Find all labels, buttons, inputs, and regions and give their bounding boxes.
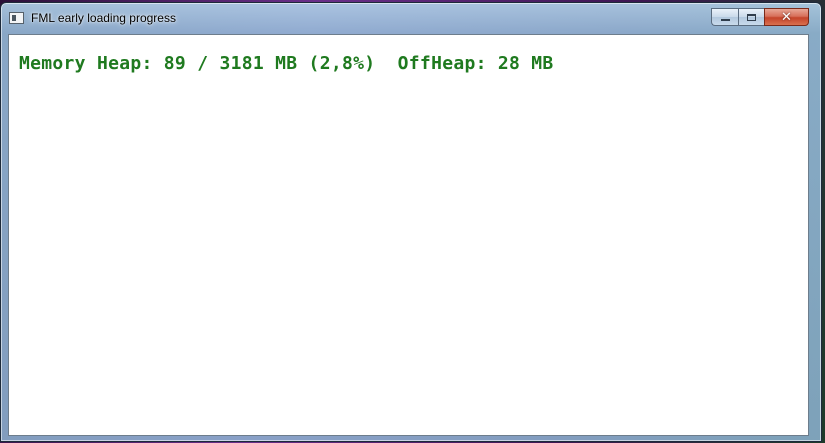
window-title: FML early loading progress [31,11,176,25]
maximize-icon [747,13,756,21]
maximize-button[interactable] [738,8,764,26]
memory-heap-status: Memory Heap: 89 / 3181 MB (2,8%) OffHeap… [19,53,554,74]
desktop-background: FML early loading progress ✕ Memory Heap… [0,0,825,443]
client-area: Memory Heap: 89 / 3181 MB (2,8%) OffHeap… [8,34,809,436]
app-window-icon[interactable] [9,12,24,24]
minimize-button[interactable] [711,8,738,26]
caption-buttons: ✕ [711,8,809,26]
title-bar[interactable]: FML early loading progress ✕ [1,3,821,33]
minimize-icon [720,19,730,21]
app-window: FML early loading progress ✕ Memory Heap… [0,2,822,442]
close-button[interactable]: ✕ [764,8,809,26]
close-icon: ✕ [781,9,792,25]
